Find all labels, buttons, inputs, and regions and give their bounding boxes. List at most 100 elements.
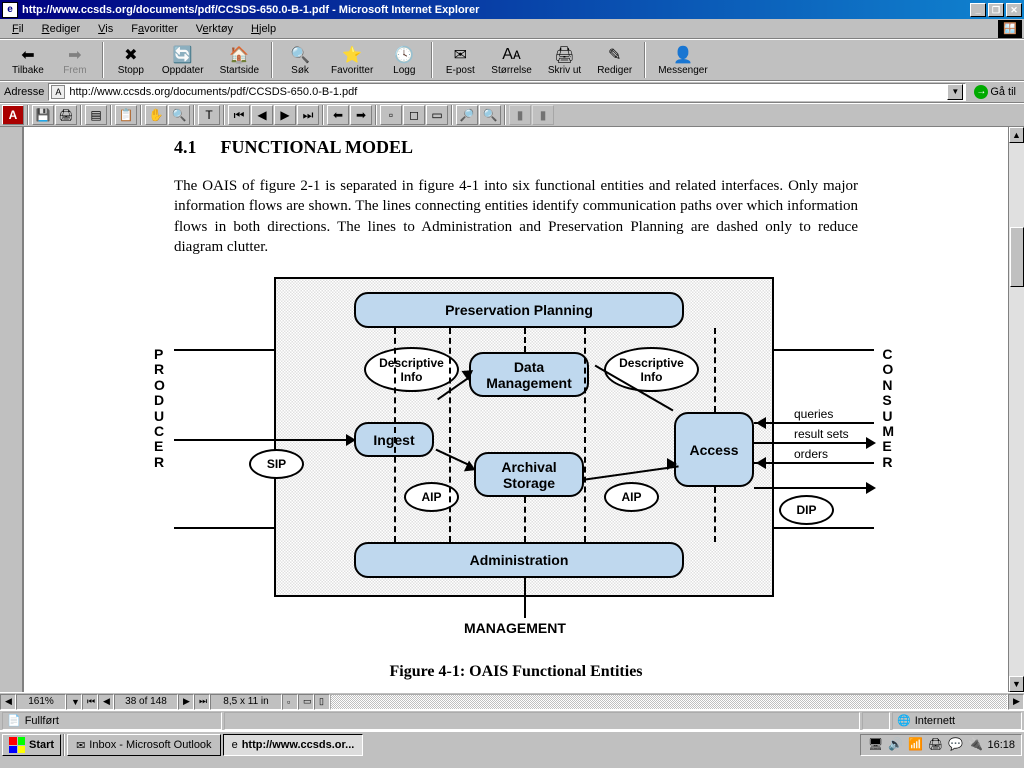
pdf-next-page-button[interactable]: ▶	[274, 105, 296, 125]
pdf-first-page-button[interactable]: ⏮	[228, 105, 250, 125]
system-tray[interactable]: 🖥 🔊 📶 🖨 💬 🔌 16:18	[860, 734, 1022, 756]
tray-icon-1[interactable]: 🖥	[867, 737, 883, 753]
pdf-zoom-tool-button[interactable]: 🔍	[168, 105, 190, 125]
tray-icon-2[interactable]: 🔊	[887, 737, 903, 753]
scroll-thumb[interactable]	[1010, 227, 1024, 287]
pdf-bookmark-button[interactable]: ▮	[509, 105, 531, 125]
mail-button[interactable]: ✉E-post	[437, 40, 483, 80]
doc-icon: 📄	[7, 714, 21, 727]
descriptive-info-2: Descriptive Info	[604, 347, 699, 392]
acrobat-toolbar: A 💾 🖨 ▤ 📋 ✋ 🔍 T ⏮ ◀ ▶ ⏭ ⬅ ➡ ▫ ◻ ▭ 🔎 🔍 ▮ …	[0, 103, 1024, 127]
producer-label: PRODUCER	[154, 347, 165, 470]
menu-vis[interactable]: Vis	[90, 21, 121, 37]
window-titlebar: e http://www.ccsds.org/documents/pdf/CCS…	[0, 0, 1024, 19]
hs-prev[interactable]: ◀	[98, 694, 114, 710]
pdf-print-button[interactable]: 🖨	[55, 105, 77, 125]
tray-clock: 16:18	[987, 739, 1015, 751]
pdf-text-select-button[interactable]: T	[198, 105, 220, 125]
address-label: Adresse	[4, 86, 44, 98]
hs-layout1[interactable]: ▫	[282, 694, 298, 710]
home-button[interactable]: 🏠Startside	[212, 40, 267, 80]
ie-icon: e	[2, 2, 18, 18]
address-input[interactable]	[69, 86, 943, 98]
hs-left[interactable]: ◀	[0, 694, 16, 710]
pdf-search-button[interactable]: 🔍	[479, 105, 501, 125]
back-button[interactable]: ⬅Tilbake	[4, 40, 52, 80]
hs-last[interactable]: ⏭	[194, 694, 210, 710]
start-button[interactable]: Start	[2, 734, 61, 756]
pdf-fit-page-button[interactable]: ◻	[403, 105, 425, 125]
menu-rediger[interactable]: Rediger	[34, 21, 89, 37]
size-button[interactable]: AᴀStørrelse	[483, 40, 540, 80]
edit-button[interactable]: ✎Rediger	[589, 40, 640, 80]
pdf-prev-view-button[interactable]: ⬅	[327, 105, 349, 125]
pdf-favicon-icon: A	[51, 85, 65, 99]
menu-verktoy[interactable]: Verktøy	[188, 21, 241, 37]
hs-layout2[interactable]: ▭	[298, 694, 314, 710]
favorites-button[interactable]: ⭐Favoritter	[323, 40, 381, 80]
hs-layout3[interactable]: ▯	[314, 694, 330, 710]
pdf-nav-pane[interactable]	[0, 127, 24, 692]
pdf-find-button[interactable]: 🔎	[456, 105, 478, 125]
pdf-copy-button[interactable]: 📋	[115, 105, 137, 125]
address-dropdown-button[interactable]: ▼	[947, 84, 963, 100]
window-title: http://www.ccsds.org/documents/pdf/CCSDS…	[22, 4, 970, 16]
descriptive-info-1: Descriptive Info	[364, 347, 459, 392]
resultsets-label: result sets	[794, 427, 849, 441]
page-indicator[interactable]: 38 of 148	[114, 694, 178, 710]
task-ie[interactable]: ehttp://www.ccsds.or...	[223, 734, 364, 756]
ie-statusbar: 📄Fullført 🌐Internett	[0, 710, 1024, 730]
task-outlook[interactable]: ✉Inbox - Microsoft Outlook	[67, 734, 221, 756]
pdf-save-button[interactable]: 💾	[32, 105, 54, 125]
forward-button[interactable]: ➡Frem	[52, 40, 98, 80]
windows-logo-icon	[9, 737, 25, 753]
pdf-thumbs-button[interactable]: ▮	[532, 105, 554, 125]
pdf-page: 4.1FUNCTIONAL MODEL The OAIS of figure 2…	[24, 127, 1008, 692]
consumer-label: CONSUMER	[882, 347, 894, 470]
main-toolbar: ⬅Tilbake ➡Frem ✖Stopp 🔄Oppdater 🏠Startsi…	[0, 39, 1024, 81]
vertical-scrollbar[interactable]: ▲ ▼	[1008, 127, 1024, 692]
menubar: FFilil Rediger Vis Favoritter Verktøy Hj…	[0, 19, 1024, 39]
h-scroll-track[interactable]	[330, 694, 1008, 710]
hs-next[interactable]: ▶	[178, 694, 194, 710]
status-done: 📄Fullført	[2, 712, 222, 730]
tray-icon-5[interactable]: 💬	[947, 737, 963, 753]
address-bar: Adresse A ▼ → Gå til	[0, 81, 1024, 103]
search-button[interactable]: 🔍Søk	[277, 40, 323, 80]
outlook-icon: ✉	[76, 739, 85, 752]
hs-first[interactable]: ⏮	[82, 694, 98, 710]
address-field[interactable]: A ▼	[48, 83, 966, 101]
scroll-down-button[interactable]: ▼	[1009, 676, 1024, 692]
menu-fil[interactable]: FFilil	[4, 21, 32, 37]
pdf-select-text-button[interactable]: ▤	[85, 105, 107, 125]
messenger-button[interactable]: 👤Messenger	[650, 40, 715, 80]
menu-favoritter[interactable]: Favoritter	[123, 21, 185, 37]
scroll-up-button[interactable]: ▲	[1009, 127, 1024, 143]
tray-icon-3[interactable]: 📶	[907, 737, 923, 753]
maximize-button[interactable]: ❐	[988, 3, 1004, 17]
tray-icon-4[interactable]: 🖨	[927, 737, 943, 753]
menu-hjelp[interactable]: Hjelp	[243, 21, 284, 37]
go-button[interactable]: → Gå til	[970, 85, 1020, 99]
stop-button[interactable]: ✖Stopp	[108, 40, 154, 80]
preservation-planning-box: Preservation Planning	[354, 292, 684, 328]
pdf-next-view-button[interactable]: ➡	[350, 105, 372, 125]
data-management-box: Data Management	[469, 352, 589, 397]
print-button[interactable]: 🖨Skriv ut	[540, 40, 589, 80]
zoom-level[interactable]: 161%	[16, 694, 66, 710]
close-button[interactable]: ✕	[1006, 3, 1022, 17]
queries-label: queries	[794, 407, 833, 421]
hs-zoom-drop[interactable]: ▼	[66, 694, 82, 710]
history-button[interactable]: 🕓Logg	[381, 40, 427, 80]
pdf-fit-width-button[interactable]: ▭	[426, 105, 448, 125]
tray-icon-6[interactable]: 🔌	[967, 737, 983, 753]
pdf-last-page-button[interactable]: ⏭	[297, 105, 319, 125]
refresh-button[interactable]: 🔄Oppdater	[154, 40, 212, 80]
management-label: MANAGEMENT	[464, 620, 566, 636]
pdf-prev-page-button[interactable]: ◀	[251, 105, 273, 125]
minimize-button[interactable]: _	[970, 3, 986, 17]
content-area: 4.1FUNCTIONAL MODEL The OAIS of figure 2…	[0, 127, 1024, 692]
pdf-hand-tool-button[interactable]: ✋	[145, 105, 167, 125]
hs-right[interactable]: ▶	[1008, 694, 1024, 710]
pdf-actual-size-button[interactable]: ▫	[380, 105, 402, 125]
